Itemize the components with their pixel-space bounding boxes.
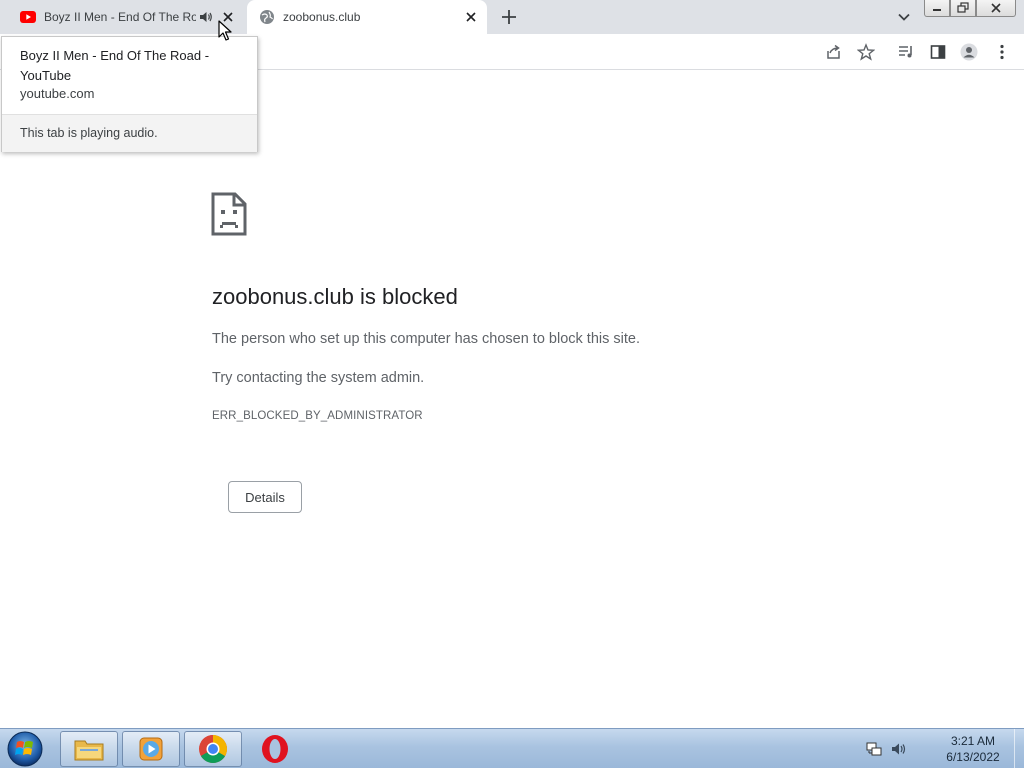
tab-zoobonus[interactable]: zoobonus.club xyxy=(247,0,487,34)
sad-page-icon xyxy=(211,192,247,236)
window-controls xyxy=(924,0,1016,17)
taskbar: 3:21 AM 6/13/2022 xyxy=(0,728,1024,768)
tab-strip: Boyz II Men - End Of The Road - YouTube … xyxy=(0,0,1024,34)
bookmark-star-icon[interactable] xyxy=(857,43,875,61)
tab-title: Boyz II Men - End Of The Road - YouTube xyxy=(44,10,196,24)
windows-start-icon[interactable] xyxy=(4,730,46,768)
taskbar-app-media-player[interactable] xyxy=(122,731,180,767)
error-page: zoobonus.club is blocked The person who … xyxy=(0,71,1024,728)
system-clock[interactable]: 3:21 AM 6/13/2022 xyxy=(934,733,1012,765)
clock-time: 3:21 AM xyxy=(950,734,996,748)
tab-title: zoobonus.club xyxy=(283,10,361,24)
minimize-icon xyxy=(933,9,941,11)
hover-card-domain: youtube.com xyxy=(20,86,95,101)
youtube-icon xyxy=(20,11,36,23)
taskbar-app-opera[interactable] xyxy=(246,731,304,767)
hover-card-footer: This tab is playing audio. xyxy=(2,115,257,152)
hover-card-title: Boyz II Men - End Of The Road - YouTube xyxy=(20,48,210,83)
close-tab-icon[interactable] xyxy=(463,9,479,25)
tab-hover-card: Boyz II Men - End Of The Road - YouTube … xyxy=(1,36,258,152)
clock-date: 6/13/2022 xyxy=(946,750,1000,764)
show-desktop-button[interactable] xyxy=(1014,729,1024,768)
error-code: ERR_BLOCKED_BY_ADMINISTRATOR xyxy=(212,410,423,422)
chrome-icon xyxy=(199,735,227,763)
close-icon xyxy=(991,3,1001,13)
speaker-icon[interactable] xyxy=(198,9,214,25)
share-icon[interactable] xyxy=(825,43,843,61)
restore-button[interactable] xyxy=(950,0,976,17)
audio-status: This tab is playing audio. xyxy=(20,126,158,140)
side-panel-icon[interactable] xyxy=(929,43,947,61)
mouse-cursor-icon xyxy=(218,20,232,41)
tab-youtube[interactable]: Boyz II Men - End Of The Road - YouTube xyxy=(0,0,246,34)
media-player-icon xyxy=(139,737,163,761)
error-suggestion: Try contacting the system admin. xyxy=(212,370,425,386)
globe-icon xyxy=(260,10,274,24)
error-description: The person who set up this computer has … xyxy=(212,331,640,347)
menu-icon[interactable] xyxy=(993,43,1011,61)
minimize-button[interactable] xyxy=(924,0,950,17)
taskbar-app-chrome[interactable] xyxy=(184,731,242,767)
close-window-button[interactable] xyxy=(976,0,1016,17)
folder-icon xyxy=(74,740,104,761)
new-tab-icon[interactable] xyxy=(499,7,519,27)
media-control-icon[interactable] xyxy=(897,43,915,61)
details-button[interactable]: Details xyxy=(228,481,302,513)
chevron-down-icon[interactable] xyxy=(896,9,912,25)
network-icon[interactable] xyxy=(866,741,882,757)
volume-icon[interactable] xyxy=(891,741,907,757)
opera-icon xyxy=(262,735,288,763)
taskbar-app-explorer[interactable] xyxy=(60,731,118,767)
error-heading: zoobonus.club is blocked xyxy=(212,284,458,309)
profile-icon[interactable] xyxy=(960,43,978,61)
restore-icon xyxy=(957,2,969,13)
